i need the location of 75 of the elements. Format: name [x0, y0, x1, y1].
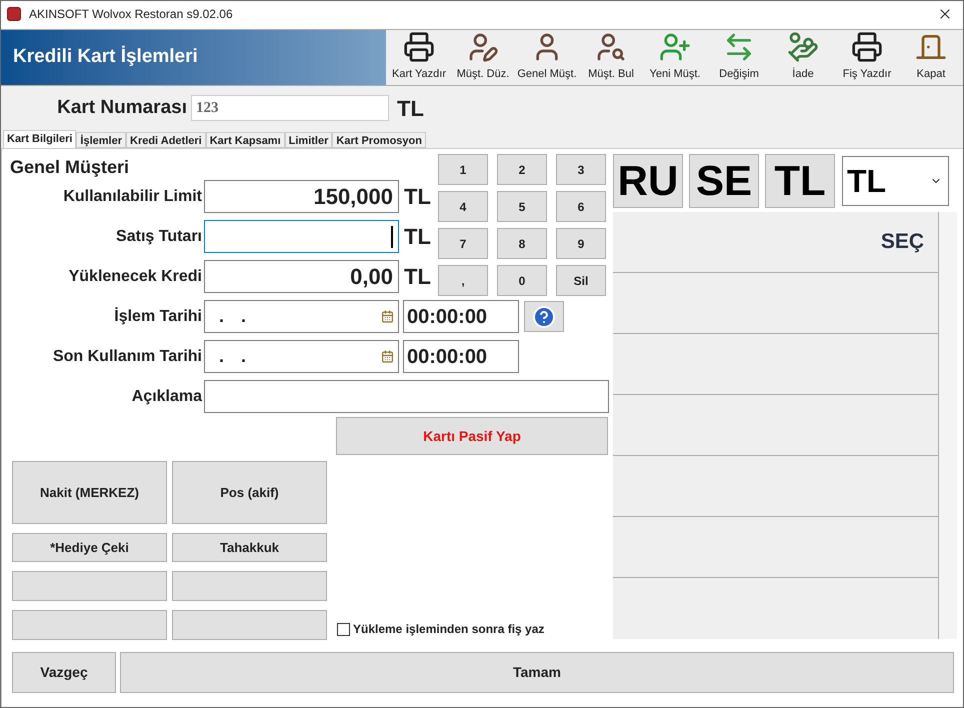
keypad-key[interactable]: 1: [438, 154, 488, 185]
card-number-field[interactable]: 123: [191, 95, 389, 121]
tab[interactable]: Kart Bilgileri: [3, 130, 76, 148]
keypad-key[interactable]: 5: [497, 191, 547, 222]
header-title: Kredili Kart İşlemleri: [13, 44, 198, 70]
field-label: Son Kullanım Tarihi: [52, 346, 203, 366]
field-label: Kullanılabilir Limit: [62, 186, 203, 206]
keypad-key[interactable]: 2: [497, 154, 547, 185]
date-field[interactable]: . .: [204, 300, 399, 333]
calendar-icon[interactable]: [381, 310, 394, 323]
amount-field[interactable]: [204, 220, 399, 253]
card-number-label: Kart Numarası: [56, 96, 188, 120]
toolbar-button[interactable]: Genel Müşt.: [515, 30, 579, 85]
scrollbar[interactable]: [939, 212, 957, 639]
currency-label: TL: [404, 263, 431, 291]
tab[interactable]: Kredi Adetleri: [126, 132, 206, 148]
help-icon: [532, 304, 556, 328]
checkbox-label: Yükleme işleminden sonra fiş yaz: [353, 621, 544, 638]
toolbar-button[interactable]: İade: [771, 30, 835, 85]
window-title: AKINSOFT Wolvox Restoran s9.02.06: [29, 6, 233, 23]
toolbar-button[interactable]: Fiş Yazdır: [835, 30, 899, 85]
description-field[interactable]: [204, 380, 609, 413]
payment-button[interactable]: Tahakkuk: [172, 533, 327, 562]
keypad-key[interactable]: ,: [438, 265, 488, 296]
keypad-key[interactable]: Sil: [556, 265, 606, 296]
tab[interactable]: Limitler: [284, 132, 332, 148]
field-label: Yüklenecek Kredi: [68, 266, 203, 286]
toolbar-button[interactable]: Müşt. Düz.: [451, 30, 515, 85]
currency-button[interactable]: SE: [689, 154, 759, 208]
field-label: İşlem Tarihi: [113, 306, 203, 326]
calendar-icon[interactable]: [381, 350, 394, 363]
user-search-icon: [595, 30, 627, 62]
user-edit-icon: [467, 30, 499, 62]
keypad-key[interactable]: 3: [556, 154, 606, 185]
keypad-key[interactable]: 7: [438, 228, 488, 259]
amount-field[interactable]: 0,00: [204, 260, 399, 293]
currency-label: TL: [404, 223, 431, 251]
currency-button[interactable]: TL: [765, 154, 835, 208]
payment-button[interactable]: Pos (akif): [172, 461, 327, 524]
currency-button[interactable]: RU: [613, 154, 683, 208]
currency-select[interactable]: TL: [842, 156, 949, 206]
printer-icon: [403, 30, 435, 62]
toolbar-button[interactable]: Kart Yazdır: [387, 30, 451, 85]
hand-money-icon: [787, 30, 819, 62]
payment-button[interactable]: Nakit (MERKEZ): [12, 461, 167, 524]
tab[interactable]: İşlemler: [76, 132, 126, 148]
currency-label: TL: [397, 94, 424, 122]
keypad-key[interactable]: 0: [497, 265, 547, 296]
date-field[interactable]: . .: [204, 340, 399, 373]
tab[interactable]: Kart Kapsamı: [206, 132, 285, 148]
keypad-key[interactable]: 4: [438, 191, 488, 222]
user-add-icon: [659, 30, 691, 62]
toolbar-button[interactable]: Kapat: [899, 30, 963, 85]
keypad-key[interactable]: 9: [556, 228, 606, 259]
payment-button[interactable]: *Hediye Çeki: [12, 533, 167, 562]
toolbar-button[interactable]: Değişim: [707, 30, 771, 85]
checkbox[interactable]: [337, 622, 350, 636]
keypad-key[interactable]: 6: [556, 191, 606, 222]
cancel-button[interactable]: Vazgeç: [12, 652, 116, 693]
printer-icon: [851, 30, 883, 62]
toolbar-button[interactable]: Yeni Müşt.: [643, 30, 707, 85]
amount-field[interactable]: 150,000: [204, 180, 399, 213]
keypad-key[interactable]: 8: [497, 228, 547, 259]
help-button[interactable]: [524, 301, 564, 332]
currency-label: TL: [404, 183, 431, 211]
customer-name: Genel Müşteri: [10, 156, 130, 179]
field-label: Satış Tutarı: [115, 226, 203, 246]
toolbar-button[interactable]: Müşt. Bul: [579, 30, 643, 85]
ok-button[interactable]: Tamam: [120, 652, 954, 693]
tab[interactable]: Kart Promosyon: [332, 132, 426, 148]
app-logo-icon: [7, 7, 21, 21]
select-button[interactable]: SEÇ: [880, 226, 924, 258]
time-field[interactable]: 00:00:00: [403, 340, 519, 373]
field-label: Açıklama: [130, 386, 204, 406]
time-field[interactable]: 00:00:00: [403, 300, 519, 333]
